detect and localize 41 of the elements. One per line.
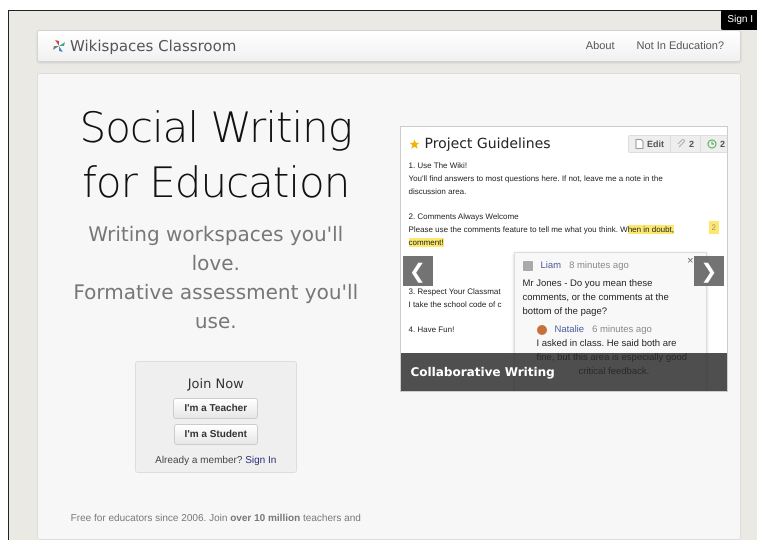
paragraph-line: I take the school code of c bbox=[408, 299, 502, 311]
nav-link[interactable]: About bbox=[586, 40, 615, 52]
paragraph-line: Please use the comments feature to tell me what you think. When in doubt, bbox=[408, 224, 674, 236]
toolbar-item[interactable]: Edit bbox=[628, 136, 671, 152]
comment-time: 6 minutes ago bbox=[592, 323, 652, 337]
paragraph-line: discussion area. bbox=[408, 186, 466, 198]
paragraph-heading: 2. Comments Always Welcome bbox=[408, 211, 519, 223]
join-title: Join Now bbox=[188, 377, 244, 392]
page-title: Project Guidelines bbox=[424, 136, 551, 152]
comment-author[interactable]: Natalie bbox=[554, 323, 584, 337]
hero-title: Social Writing for Education bbox=[80, 102, 352, 209]
paragraph-line: You'll find answers to most questions here. If not, leave me a note in the bbox=[408, 173, 663, 185]
footer-text: Free for educators since 2006. Join over 10 million teachers and bbox=[70, 513, 361, 524]
paragraph-heading: 4. Have Fun! bbox=[408, 324, 454, 336]
slide-caption: Collaborative Writing bbox=[410, 365, 555, 379]
page-icon bbox=[634, 139, 644, 149]
role-button[interactable]: I'm a Student bbox=[174, 424, 258, 445]
star-icon bbox=[408, 138, 420, 150]
sign-in-link[interactable]: Sign In bbox=[245, 455, 276, 466]
avatar-icon bbox=[522, 261, 532, 271]
nav-link[interactable]: Not In Education? bbox=[636, 40, 724, 52]
avatar-icon bbox=[536, 325, 546, 335]
toolbar-item[interactable]: 2 bbox=[700, 136, 727, 152]
next-button[interactable]: ❯ bbox=[694, 256, 724, 286]
previous-button[interactable]: ❮ bbox=[402, 256, 432, 286]
reply-line: I asked in class. He said both are bbox=[536, 337, 678, 351]
paragraph-heading: 1. Use The Wiki! bbox=[408, 160, 468, 172]
close-icon[interactable]: × bbox=[687, 255, 694, 267]
comment-body: Mr Jones - Do you mean these comments, or the comments at the bottom of the page? bbox=[522, 277, 670, 319]
toolbar-item[interactable]: 2 bbox=[670, 136, 701, 152]
pinwheel-logo-icon bbox=[52, 39, 66, 53]
paperclip-icon bbox=[676, 139, 686, 149]
clock-icon bbox=[706, 139, 717, 149]
sign-in-tab[interactable]: Sign I bbox=[721, 10, 757, 30]
comment-time: 8 minutes ago bbox=[569, 259, 629, 273]
paragraph-heading: 3. Respect Your Classmat bbox=[408, 286, 501, 298]
comment-author[interactable]: Liam bbox=[540, 259, 562, 273]
member-text: Already a member? Sign In bbox=[155, 455, 276, 466]
hero-subtitle: Writing workspaces you'll love. Formative assessment you'll use. bbox=[73, 221, 358, 335]
role-button[interactable]: I'm a Teacher bbox=[173, 398, 258, 419]
brand-name[interactable]: Wikispaces Classroom bbox=[70, 37, 236, 55]
